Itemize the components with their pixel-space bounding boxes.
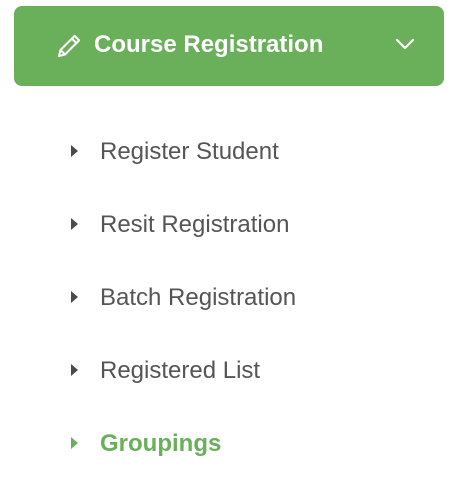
submenu-item-label: Register Student — [100, 138, 279, 165]
submenu-item-batch-registration[interactable]: Batch Registration — [0, 266, 462, 339]
menu-title: Course Registration — [94, 31, 324, 58]
submenu-item-label: Groupings — [100, 430, 222, 457]
caret-right-icon — [71, 218, 78, 230]
chevron-down-icon[interactable] — [392, 34, 418, 54]
course-registration-submenu: Register Student Resit Registration Batc… — [0, 120, 462, 485]
submenu-item-label: Batch Registration — [100, 284, 297, 311]
caret-right-icon — [71, 364, 78, 376]
caret-right-icon — [71, 291, 78, 303]
submenu-item-label: Registered List — [100, 357, 261, 384]
submenu-item-resit-registration[interactable]: Resit Registration — [0, 193, 462, 266]
submenu-item-register-student[interactable]: Register Student — [0, 120, 462, 193]
pencil-icon — [58, 34, 81, 57]
submenu-item-registered-list[interactable]: Registered List — [0, 339, 462, 412]
submenu-item-label: Resit Registration — [100, 211, 290, 238]
submenu-item-groupings[interactable]: Groupings — [0, 412, 462, 485]
caret-right-icon — [71, 145, 78, 157]
course-registration-header[interactable]: Course Registration — [14, 6, 444, 86]
caret-right-icon — [71, 437, 78, 449]
